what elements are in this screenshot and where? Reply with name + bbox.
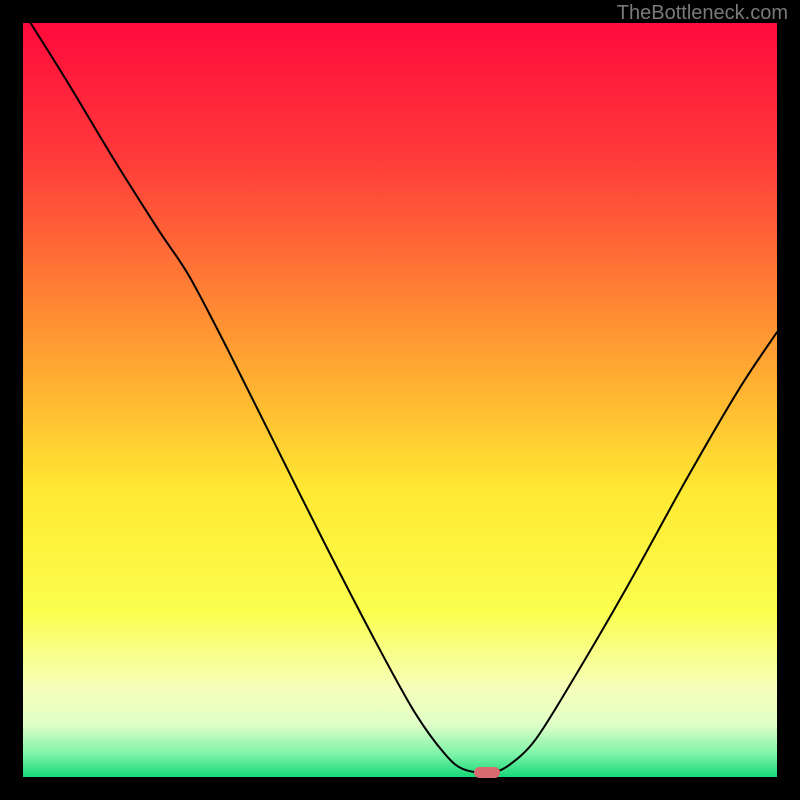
bottleneck-marker: [474, 767, 500, 778]
chart-frame: TheBottleneck.com: [0, 0, 800, 800]
plot-area: [23, 23, 777, 777]
gradient-background: [23, 23, 777, 777]
watermark-text: TheBottleneck.com: [617, 2, 788, 25]
plot-svg: [23, 23, 777, 777]
